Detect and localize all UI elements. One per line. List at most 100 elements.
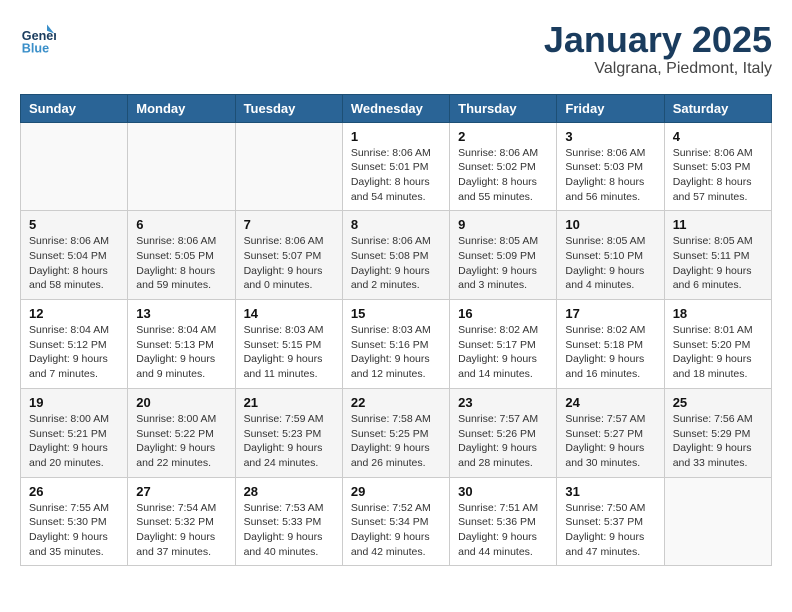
calendar-cell: 6 Sunrise: 8:06 AM Sunset: 5:05 PM Daylig… (128, 211, 235, 300)
calendar-cell: 18 Sunrise: 8:01 AM Sunset: 5:20 PM Dayli… (664, 300, 771, 389)
day-info: Sunrise: 8:03 AM Sunset: 5:15 PM Dayligh… (244, 323, 334, 382)
day-number: 23 (458, 395, 548, 410)
day-number: 31 (565, 484, 655, 499)
weekday-friday: Friday (557, 94, 664, 122)
weekday-monday: Monday (128, 94, 235, 122)
calendar-cell: 26 Sunrise: 7:55 AM Sunset: 5:30 PM Dayli… (21, 477, 128, 566)
calendar-cell: 8 Sunrise: 8:06 AM Sunset: 5:08 PM Daylig… (342, 211, 449, 300)
day-info: Sunrise: 8:05 AM Sunset: 5:11 PM Dayligh… (673, 234, 763, 293)
week-row-2: 5 Sunrise: 8:06 AM Sunset: 5:04 PM Daylig… (21, 211, 772, 300)
day-number: 28 (244, 484, 334, 499)
day-number: 4 (673, 129, 763, 144)
day-info: Sunrise: 8:06 AM Sunset: 5:08 PM Dayligh… (351, 234, 441, 293)
calendar-cell: 14 Sunrise: 8:03 AM Sunset: 5:15 PM Dayli… (235, 300, 342, 389)
day-info: Sunrise: 8:03 AM Sunset: 5:16 PM Dayligh… (351, 323, 441, 382)
day-number: 3 (565, 129, 655, 144)
calendar-cell (664, 477, 771, 566)
day-number: 5 (29, 217, 119, 232)
calendar-cell: 15 Sunrise: 8:03 AM Sunset: 5:16 PM Dayli… (342, 300, 449, 389)
day-number: 11 (673, 217, 763, 232)
day-number: 30 (458, 484, 548, 499)
calendar-cell: 4 Sunrise: 8:06 AM Sunset: 5:03 PM Daylig… (664, 122, 771, 211)
calendar-cell: 10 Sunrise: 8:05 AM Sunset: 5:10 PM Dayli… (557, 211, 664, 300)
day-info: Sunrise: 8:05 AM Sunset: 5:09 PM Dayligh… (458, 234, 548, 293)
svg-text:Blue: Blue (22, 41, 49, 55)
calendar-cell: 17Sunrise: 8:02 AM Sunset: 5:18 PM Dayli… (557, 300, 664, 389)
day-info: Sunrise: 8:00 AM Sunset: 5:21 PM Dayligh… (29, 412, 119, 471)
calendar-header: SundayMondayTuesdayWednesdayThursdayFrid… (21, 94, 772, 122)
calendar-cell: 22Sunrise: 7:58 AM Sunset: 5:25 PM Dayli… (342, 388, 449, 477)
calendar-cell: 19 Sunrise: 8:00 AM Sunset: 5:21 PM Dayli… (21, 388, 128, 477)
day-number: 15 (351, 306, 441, 321)
day-number: 9 (458, 217, 548, 232)
calendar-cell: 5 Sunrise: 8:06 AM Sunset: 5:04 PM Daylig… (21, 211, 128, 300)
day-info: Sunrise: 8:06 AM Sunset: 5:03 PM Dayligh… (565, 146, 655, 205)
calendar-cell: 2Sunrise: 8:06 AM Sunset: 5:02 PM Daylig… (450, 122, 557, 211)
day-number: 19 (29, 395, 119, 410)
weekday-header-row: SundayMondayTuesdayWednesdayThursdayFrid… (21, 94, 772, 122)
day-number: 7 (244, 217, 334, 232)
day-number: 18 (673, 306, 763, 321)
calendar-cell: 16Sunrise: 8:02 AM Sunset: 5:17 PM Dayli… (450, 300, 557, 389)
day-info: Sunrise: 8:06 AM Sunset: 5:05 PM Dayligh… (136, 234, 226, 293)
day-number: 27 (136, 484, 226, 499)
day-number: 29 (351, 484, 441, 499)
calendar-body: 1 Sunrise: 8:06 AM Sunset: 5:01 PM Daylig… (21, 122, 772, 566)
calendar-cell: 12 Sunrise: 8:04 AM Sunset: 5:12 PM Dayli… (21, 300, 128, 389)
day-info: Sunrise: 7:57 AM Sunset: 5:27 PM Dayligh… (565, 412, 655, 471)
day-number: 16 (458, 306, 548, 321)
calendar-cell: 27 Sunrise: 7:54 AM Sunset: 5:32 PM Dayli… (128, 477, 235, 566)
logo-icon: General Blue (20, 20, 56, 56)
day-number: 25 (673, 395, 763, 410)
calendar-cell: 25 Sunrise: 7:56 AM Sunset: 5:29 PM Dayli… (664, 388, 771, 477)
calendar-cell: 7 Sunrise: 8:06 AM Sunset: 5:07 PM Daylig… (235, 211, 342, 300)
calendar-cell: 30 Sunrise: 7:51 AM Sunset: 5:36 PM Dayli… (450, 477, 557, 566)
day-info: Sunrise: 8:05 AM Sunset: 5:10 PM Dayligh… (565, 234, 655, 293)
calendar-cell: 21Sunrise: 7:59 AM Sunset: 5:23 PM Dayli… (235, 388, 342, 477)
day-number: 14 (244, 306, 334, 321)
day-info: Sunrise: 8:06 AM Sunset: 5:01 PM Dayligh… (351, 146, 441, 205)
day-number: 1 (351, 129, 441, 144)
page-header: General Blue January 2025 Valgrana, Pied… (20, 20, 772, 78)
day-number: 10 (565, 217, 655, 232)
calendar-cell: 13Sunrise: 8:04 AM Sunset: 5:13 PM Dayli… (128, 300, 235, 389)
day-number: 13 (136, 306, 226, 321)
week-row-3: 12 Sunrise: 8:04 AM Sunset: 5:12 PM Dayli… (21, 300, 772, 389)
day-info: Sunrise: 8:04 AM Sunset: 5:12 PM Dayligh… (29, 323, 119, 382)
day-number: 24 (565, 395, 655, 410)
week-row-4: 19 Sunrise: 8:00 AM Sunset: 5:21 PM Dayli… (21, 388, 772, 477)
day-info: Sunrise: 8:00 AM Sunset: 5:22 PM Dayligh… (136, 412, 226, 471)
weekday-saturday: Saturday (664, 94, 771, 122)
day-info: Sunrise: 7:57 AM Sunset: 5:26 PM Dayligh… (458, 412, 548, 471)
day-number: 12 (29, 306, 119, 321)
month-title: January 2025 (544, 20, 772, 60)
day-info: Sunrise: 7:51 AM Sunset: 5:36 PM Dayligh… (458, 501, 548, 560)
day-info: Sunrise: 8:06 AM Sunset: 5:07 PM Dayligh… (244, 234, 334, 293)
weekday-thursday: Thursday (450, 94, 557, 122)
day-info: Sunrise: 7:56 AM Sunset: 5:29 PM Dayligh… (673, 412, 763, 471)
title-block: January 2025 Valgrana, Piedmont, Italy (544, 20, 772, 78)
day-number: 20 (136, 395, 226, 410)
calendar-cell: 24 Sunrise: 7:57 AM Sunset: 5:27 PM Dayli… (557, 388, 664, 477)
calendar-cell (235, 122, 342, 211)
day-info: Sunrise: 8:01 AM Sunset: 5:20 PM Dayligh… (673, 323, 763, 382)
calendar-cell: 31Sunrise: 7:50 AM Sunset: 5:37 PM Dayli… (557, 477, 664, 566)
day-number: 26 (29, 484, 119, 499)
day-info: Sunrise: 7:59 AM Sunset: 5:23 PM Dayligh… (244, 412, 334, 471)
day-info: Sunrise: 8:06 AM Sunset: 5:04 PM Dayligh… (29, 234, 119, 293)
calendar-cell: 3 Sunrise: 8:06 AM Sunset: 5:03 PM Daylig… (557, 122, 664, 211)
day-number: 6 (136, 217, 226, 232)
day-number: 8 (351, 217, 441, 232)
calendar-cell: 9 Sunrise: 8:05 AM Sunset: 5:09 PM Daylig… (450, 211, 557, 300)
day-info: Sunrise: 7:54 AM Sunset: 5:32 PM Dayligh… (136, 501, 226, 560)
logo: General Blue (20, 20, 56, 56)
week-row-5: 26 Sunrise: 7:55 AM Sunset: 5:30 PM Dayli… (21, 477, 772, 566)
day-info: Sunrise: 7:53 AM Sunset: 5:33 PM Dayligh… (244, 501, 334, 560)
day-info: Sunrise: 7:55 AM Sunset: 5:30 PM Dayligh… (29, 501, 119, 560)
calendar-cell: 11 Sunrise: 8:05 AM Sunset: 5:11 PM Dayli… (664, 211, 771, 300)
day-info: Sunrise: 7:58 AM Sunset: 5:25 PM Dayligh… (351, 412, 441, 471)
day-info: Sunrise: 8:06 AM Sunset: 5:03 PM Dayligh… (673, 146, 763, 205)
day-info: Sunrise: 8:06 AM Sunset: 5:02 PM Dayligh… (458, 146, 548, 205)
day-info: Sunrise: 8:02 AM Sunset: 5:18 PM Dayligh… (565, 323, 655, 382)
week-row-1: 1 Sunrise: 8:06 AM Sunset: 5:01 PM Daylig… (21, 122, 772, 211)
